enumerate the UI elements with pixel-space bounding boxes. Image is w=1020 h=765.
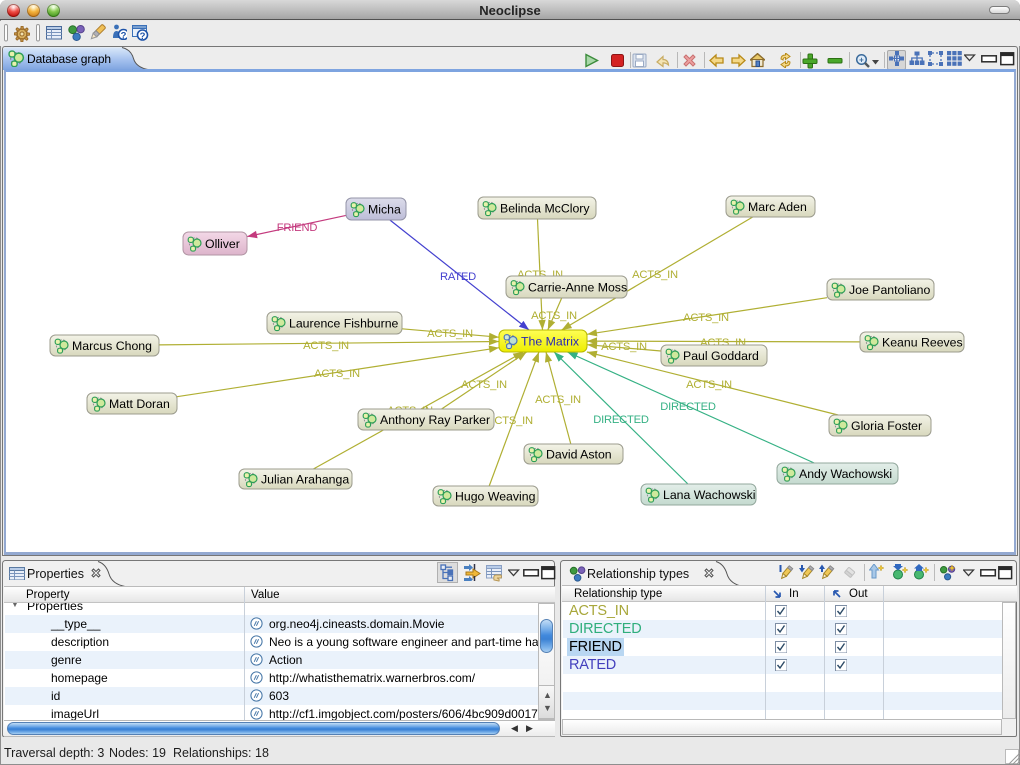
svg-text:Micha: Micha xyxy=(368,202,401,216)
svg-text:The Matrix: The Matrix xyxy=(521,334,580,348)
svg-text:Lana Wachowski: Lana Wachowski xyxy=(663,488,756,502)
svg-text:Hugo Weaving: Hugo Weaving xyxy=(455,489,536,503)
svg-text:Keanu Reeves: Keanu Reeves xyxy=(882,335,963,349)
svg-text:Laurence Fishburne: Laurence Fishburne xyxy=(289,316,399,330)
svg-text:Gloria Foster: Gloria Foster xyxy=(851,419,922,433)
svg-text:Anthony Ray Parker: Anthony Ray Parker xyxy=(380,413,490,427)
svg-text:David Aston: David Aston xyxy=(546,447,612,461)
svg-text:?: ? xyxy=(121,30,127,40)
svg-text:ACTS_IN: ACTS_IN xyxy=(531,310,577,322)
svg-text:ACTS_IN: ACTS_IN xyxy=(601,341,647,353)
svg-text:Marc Aden: Marc Aden xyxy=(748,200,807,214)
svg-text:ACTS_IN: ACTS_IN xyxy=(683,312,729,324)
svg-text:Olliver: Olliver xyxy=(205,237,240,251)
svg-text:Carrie-Anne Moss: Carrie-Anne Moss xyxy=(528,280,627,294)
svg-text:Joe Pantoliano: Joe Pantoliano xyxy=(849,283,931,297)
svg-text:ACTS_IN: ACTS_IN xyxy=(686,379,732,391)
svg-text:Marcus Chong: Marcus Chong xyxy=(72,339,152,353)
svg-text:Belinda McClory: Belinda McClory xyxy=(500,201,590,215)
svg-text:Andy Wachowski: Andy Wachowski xyxy=(799,467,892,481)
svg-text:DIRECTED: DIRECTED xyxy=(660,401,716,413)
svg-text:+: + xyxy=(859,56,864,65)
svg-text:ACTS_IN: ACTS_IN xyxy=(314,368,360,380)
svg-text:ACTS_IN: ACTS_IN xyxy=(427,328,473,340)
svg-text:ACTS_IN: ACTS_IN xyxy=(461,379,507,391)
svg-text:DIRECTED: DIRECTED xyxy=(593,414,649,426)
svg-text:ACTS_IN: ACTS_IN xyxy=(535,394,581,406)
svg-text:Paul Goddard: Paul Goddard xyxy=(683,349,759,363)
svg-text:?: ? xyxy=(140,31,146,41)
svg-text:ACTS_IN: ACTS_IN xyxy=(303,340,349,352)
svg-text:FRIEND: FRIEND xyxy=(277,222,318,234)
svg-text:Julian Arahanga: Julian Arahanga xyxy=(261,472,349,486)
svg-text:Matt Doran: Matt Doran xyxy=(109,397,170,411)
svg-text:RATED: RATED xyxy=(440,271,476,283)
svg-text:ACTS_IN: ACTS_IN xyxy=(632,269,678,281)
